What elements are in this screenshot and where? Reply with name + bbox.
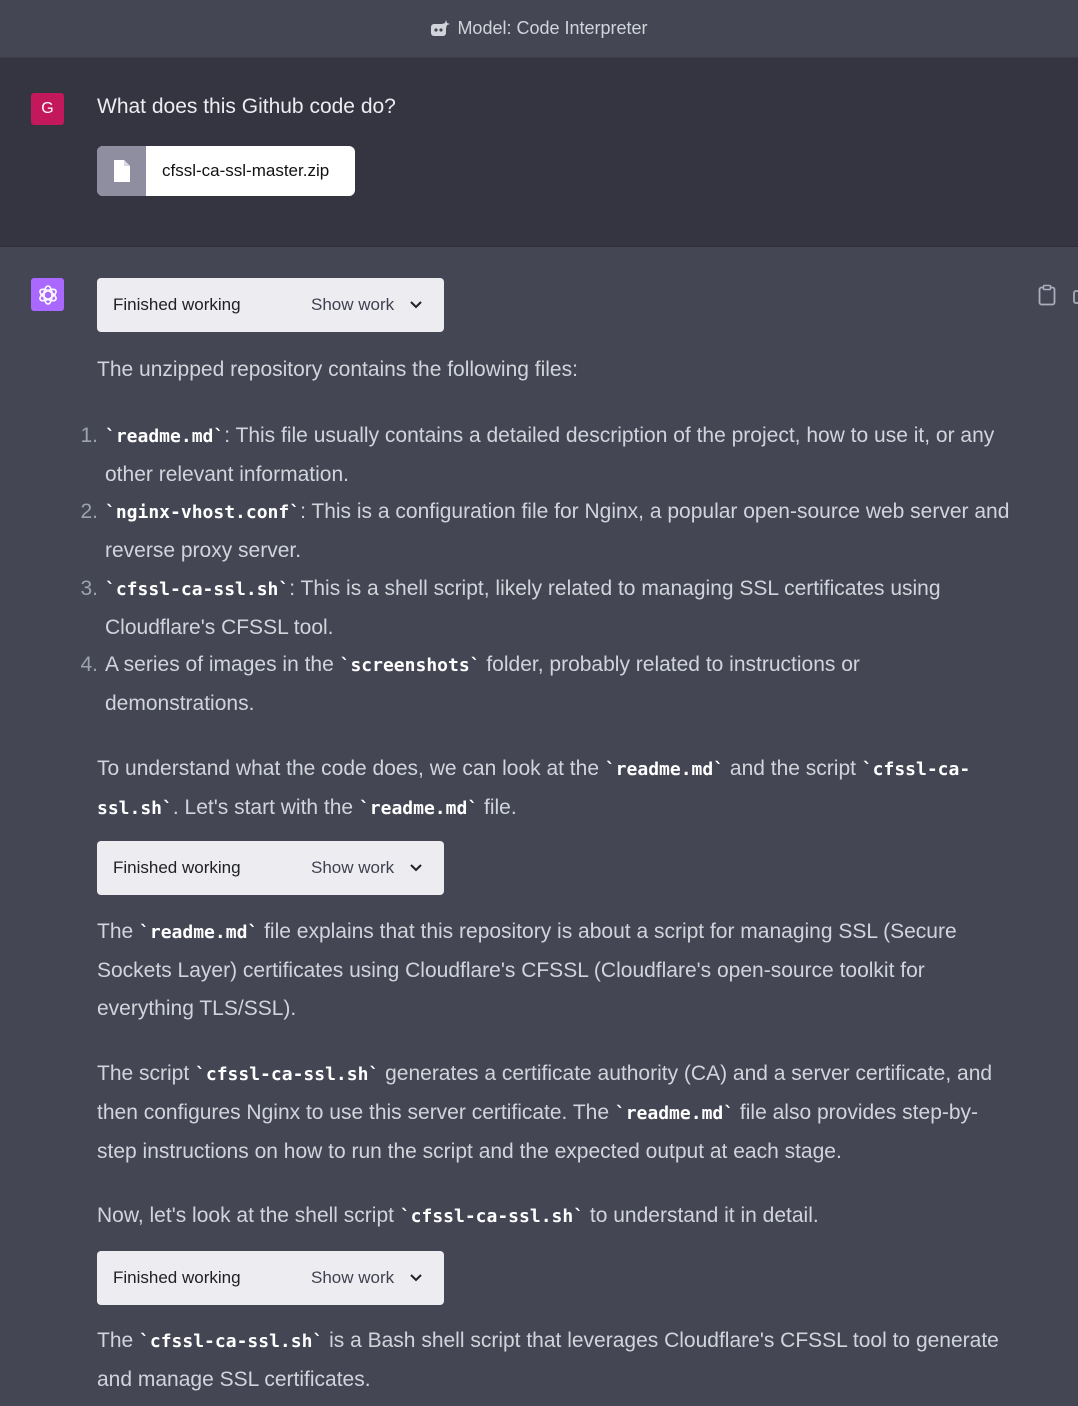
list-text: : This file usually contains a detailed … (105, 424, 995, 486)
inline-code: `screenshots` (339, 655, 481, 676)
show-work-button[interactable]: Show work (311, 1268, 394, 1288)
list-number: 4. (80, 653, 98, 676)
text: To understand what the code does, we can… (97, 757, 605, 780)
inline-code: `readme.md` (105, 426, 225, 447)
file-name: cfssl-ca-ssl-master.zip (162, 161, 330, 180)
work-status: Finished working (113, 1268, 241, 1287)
list-text: A series of images in the (105, 653, 340, 676)
list-item: 1. `readme.md`: This file usually contain… (80, 417, 1010, 494)
chevron-down-icon[interactable] (409, 861, 423, 875)
show-work-button[interactable]: Show work (311, 295, 394, 315)
paragraph-readme-explanation: The `readme.md` file explains that this … (97, 913, 1007, 1028)
work-status: Finished working (113, 295, 241, 314)
list-item: 3. `cfssl-ca-ssl.sh`: This is a shell scr… (80, 570, 1010, 647)
work-toggle-1[interactable]: Finished working Show work (97, 278, 444, 332)
inline-code: `readme.md` (139, 922, 259, 943)
inline-code: `cfssl-ca-ssl.sh` (105, 579, 290, 600)
intro-paragraph: The unzipped repository contains the fol… (97, 358, 578, 381)
inline-code: `readme.md` (604, 759, 725, 780)
text: . Let's start with the (172, 796, 359, 819)
text: and the script (724, 757, 862, 780)
inline-code: `readme.md` (614, 1103, 735, 1124)
chevron-down-icon[interactable] (409, 1271, 423, 1285)
paragraph-look-at-files: To understand what the code does, we can… (97, 750, 1007, 828)
plugin-sparkle-icon (431, 19, 451, 36)
assistant-avatar (31, 278, 64, 311)
text: The (97, 1329, 140, 1352)
text: Now, let's look at the shell script (97, 1204, 400, 1227)
model-header: Model: Code Interpreter (0, 0, 1078, 58)
thumbs-icon-partial[interactable] (1073, 290, 1078, 304)
chevron-down-icon[interactable] (409, 298, 423, 312)
paragraph-script-explanation: The script `cfssl-ca-ssl.sh` generates a… (97, 1055, 1007, 1171)
list-item: 2. `nginx-vhost.conf`: This is a configur… (80, 493, 1010, 570)
work-toggle-2[interactable]: Finished working Show work (97, 841, 444, 895)
list-item: 4. A series of images in the `screenshots… (80, 646, 1010, 723)
text: file. (478, 796, 517, 819)
user-message-text: What does this Github code do? (97, 95, 396, 118)
clipboard-icon[interactable] (1037, 284, 1057, 306)
text: The script (97, 1062, 196, 1085)
inline-code: `nginx-vhost.conf` (105, 502, 301, 523)
openai-logo-icon (38, 284, 57, 305)
file-attachment[interactable]: cfssl-ca-ssl-master.zip (97, 146, 355, 196)
model-label: Model: Code Interpreter (457, 18, 648, 38)
text: to understand it in detail. (584, 1204, 819, 1227)
work-status: Finished working (113, 858, 241, 877)
file-icon-container (97, 146, 146, 196)
user-avatar: G (31, 93, 64, 125)
paragraph-next-step: Now, let's look at the shell script `cfs… (97, 1197, 1007, 1236)
list-number: 2. (80, 500, 98, 523)
inline-code: `cfssl-ca-ssl.sh` (139, 1331, 324, 1352)
inline-code: `cfssl-ca-ssl.sh` (195, 1064, 380, 1085)
file-icon (113, 160, 130, 182)
text: The (97, 920, 140, 943)
show-work-button[interactable]: Show work (311, 858, 394, 878)
list-number: 1. (80, 424, 98, 447)
paragraph-bash-script: The `cfssl-ca-ssl.sh` is a Bash shell sc… (97, 1322, 1007, 1399)
work-toggle-3[interactable]: Finished working Show work (97, 1251, 444, 1305)
list-number: 3. (80, 577, 98, 600)
inline-code: `readme.md` (358, 798, 479, 819)
inline-code: `cfssl-ca-ssl.sh` (399, 1206, 585, 1227)
